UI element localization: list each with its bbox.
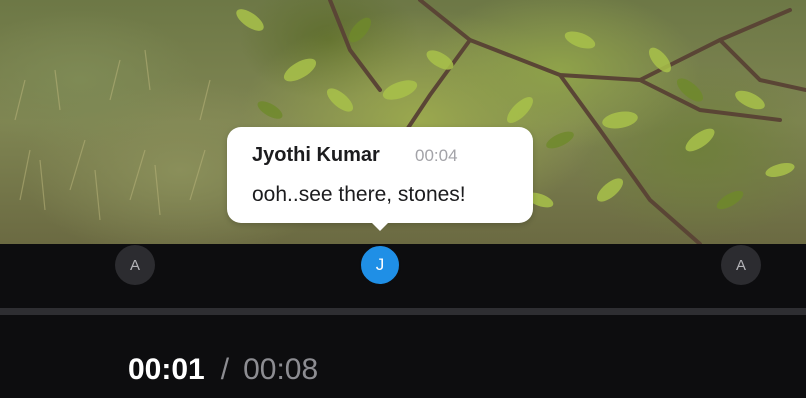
comment-marker-avatar[interactable]: A: [721, 245, 761, 285]
total-time: 00:08: [243, 353, 319, 386]
progress-track[interactable]: [0, 308, 806, 315]
comment-marker-strip: A J A: [0, 244, 806, 308]
progress-fill: [0, 308, 101, 315]
time-readout: 00:01 / 00:08: [128, 350, 318, 390]
current-time: 00:01: [128, 353, 205, 386]
comment-marker-avatar[interactable]: A: [115, 245, 155, 285]
comment-bubble[interactable]: Jyothi Kumar 00:04 ooh..see there, stone…: [227, 127, 533, 223]
avatar-initial: A: [129, 256, 140, 274]
video-player: Jyothi Kumar 00:04 ooh..see there, stone…: [0, 0, 806, 398]
comment-marker-avatar-active[interactable]: J: [359, 244, 401, 286]
comment-bubble-pointer: [371, 222, 389, 231]
avatar-initial: A: [735, 256, 746, 274]
comment-author: Jyothi Kumar: [252, 144, 380, 166]
time-separator: /: [220, 353, 230, 386]
comment-timestamp[interactable]: 00:04: [415, 146, 458, 166]
avatar-initial: J: [375, 255, 385, 274]
comment-text: ooh..see there, stones!: [252, 183, 466, 206]
